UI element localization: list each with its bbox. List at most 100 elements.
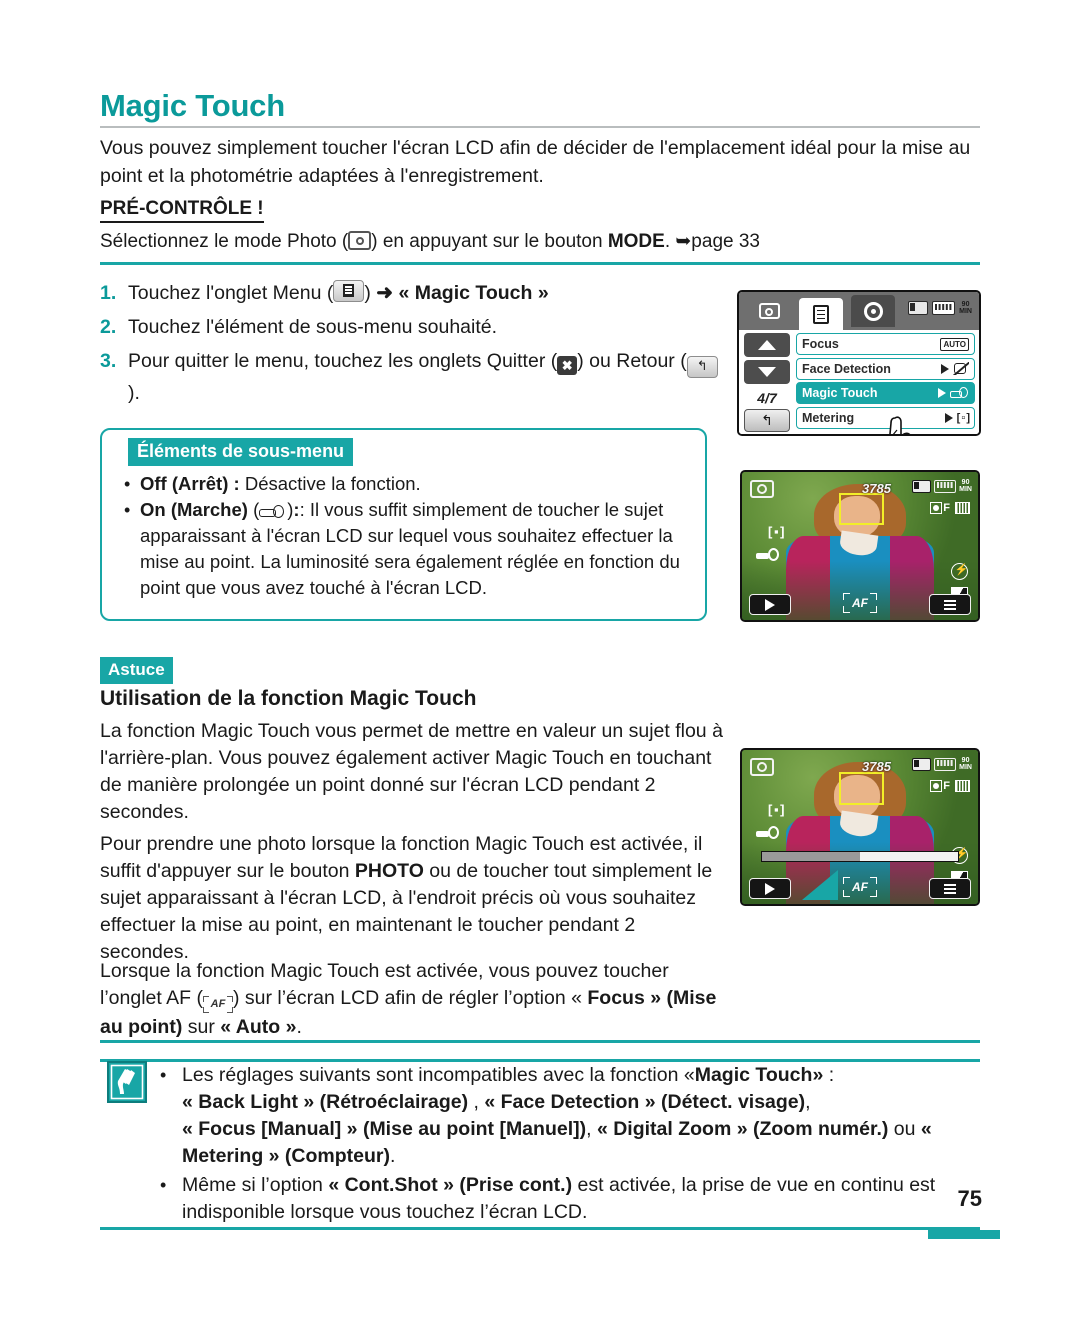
tip-paragraph-1: La fonction Magic Touch vous permet de m… [100, 720, 723, 823]
photo-time-value: 90 [961, 757, 970, 764]
photo-time-remaining: 90 MIN [959, 479, 972, 493]
lcd-scroll-down-button[interactable] [744, 360, 790, 384]
menu-button[interactable] [929, 594, 971, 615]
step-1-text: Touchez l'onglet Menu () ➜ « Magic Touch… [128, 278, 725, 309]
step-3-text-after: ). [128, 382, 140, 404]
lcd-menu-item-label: Magic Touch [802, 386, 878, 400]
note-b1-t3: , [468, 1091, 485, 1113]
step-1-text-before: Touchez l'onglet Menu ( [128, 282, 334, 304]
af-tab[interactable]: AF [843, 592, 877, 614]
note-b1-b5: « Digital Zoom » (Zoom numér.) [596, 1118, 889, 1140]
photo-mode-icon [750, 758, 774, 776]
precheck-line: Sélectionnez le mode Photo () en appuyan… [100, 228, 980, 256]
lcd-menu-item-value [941, 362, 969, 375]
submenu-items-list: • Off (Arrêt) : Désactive la fonction. •… [124, 471, 694, 601]
precheck-text-before: Sélectionnez le mode Photo ( [100, 231, 349, 252]
play-icon [765, 598, 775, 611]
auto-badge: AUTO [940, 337, 969, 351]
battery-icon [934, 757, 957, 771]
step-3-text: Pour quitter le menu, touchez les onglet… [128, 346, 725, 409]
note-b1-t5: , [586, 1118, 597, 1140]
photo-time-unit: MIN [959, 764, 972, 771]
photo-status-group: 90 MIN [912, 757, 972, 771]
camera-icon [758, 303, 780, 319]
note-bullet-2-text: Même si l’option « Cont.Shot » (Prise co… [182, 1172, 980, 1226]
photo-mode-icon [750, 480, 774, 498]
tip-p3-part-d: . [296, 1016, 302, 1038]
manual-page: Magic Touch Vous pouvez simplement touch… [0, 0, 1080, 1328]
magic-touch-icon [259, 504, 287, 519]
gear-icon [863, 301, 883, 321]
lcd-nav-column: 4/7 ↰ [744, 333, 790, 432]
lcd-menu-item-label: Metering [802, 410, 855, 425]
lcd-tab-menu[interactable] [799, 298, 843, 330]
portrait-icon [930, 780, 943, 792]
playback-button[interactable] [749, 878, 791, 899]
camera-icon [348, 231, 372, 250]
lcd-tab-settings[interactable] [851, 295, 895, 327]
yellow-focus-frame [838, 771, 884, 806]
menu-icon [813, 304, 829, 324]
lcd-menu-item-face-detection[interactable]: Face Detection [796, 357, 975, 380]
photo-status-group: 90 MIN [912, 479, 972, 493]
face-detection-off-icon [953, 362, 969, 375]
tip-p3-part-b: ) sur l’écran LCD afin de régler l’optio… [232, 987, 588, 1009]
af-tab[interactable]: AF [843, 876, 877, 898]
note-b1-t7: . [390, 1145, 396, 1167]
submenu-item-on: • On (Marche) ():: Il vous suffit simple… [124, 497, 694, 601]
lcd-menu-item-magic-touch[interactable]: Magic Touch [796, 382, 975, 404]
menu-icon [944, 883, 956, 895]
lcd-menu-item-label: Face Detection [802, 361, 891, 376]
lcd-menu-item-metering[interactable]: Metering [ ▫ ] [796, 406, 975, 429]
lcd-back-button[interactable]: ↰ [744, 409, 790, 432]
battery-icon [932, 301, 956, 315]
photo-quality: F [930, 502, 950, 514]
yellow-focus-frame [838, 492, 884, 526]
step-1: 1. Touchez l'onglet Menu () ➜ « Magic To… [100, 278, 725, 309]
tip-paragraph-2: Pour prendre une photo lorsque la foncti… [100, 831, 725, 966]
step-3-number: 3. [100, 350, 117, 372]
footer-divider [100, 1227, 980, 1230]
page-title: Magic Touch [100, 88, 285, 123]
photo-quality-group: F [930, 780, 970, 792]
step-3: 3. Pour quitter le menu, touchez les ong… [100, 346, 725, 409]
magic-touch-icon [756, 826, 780, 840]
memory-card-icon [912, 479, 932, 493]
note-pen-icon [107, 1061, 147, 1103]
exit-icon: ✖ [557, 356, 578, 375]
flash-off-icon [951, 563, 968, 580]
chevron-up-icon [758, 340, 776, 350]
title-divider [100, 126, 980, 128]
lcd-tab-bar: 90 MIN [739, 292, 979, 330]
memory-card-icon [908, 301, 929, 315]
lcd-menu-item-focus[interactable]: Focus AUTO [796, 333, 975, 355]
metering-icon: [ ▪ ] [768, 524, 784, 539]
note-bullet-list: • Les réglages suivants sont incompatibl… [160, 1062, 980, 1228]
bullet-icon: • [160, 1175, 167, 1195]
step-1-text-mid: ) [364, 282, 377, 304]
focus-progress-fill [761, 852, 860, 861]
lcd-scroll-up-button[interactable] [744, 333, 790, 357]
precheck-page-ref: . ➥page 33 [664, 231, 760, 252]
photo-quality: F [930, 780, 950, 792]
note-b1-t4: , [805, 1091, 811, 1113]
lcd-menu-item-value: [ ▫ ] [944, 412, 970, 424]
step-3-text-mid: ) ou Retour ( [577, 350, 687, 372]
photo-time-remaining: 90 MIN [959, 757, 972, 771]
metering-icon: [ ▪ ] [768, 802, 784, 817]
playback-button[interactable] [749, 594, 791, 615]
page-number: 75 [957, 1186, 982, 1211]
note-b1-b4: « Focus [Manual] » (Mise au point [Manue… [182, 1118, 587, 1140]
menu-button[interactable] [929, 878, 971, 899]
lcd-menu-screenshot: 90 MIN 4/7 ↰ Focus AUTO Face Detection M… [737, 290, 981, 436]
triangle-right-icon [938, 388, 946, 398]
submenu-items-tag: Éléments de sous-menu [128, 438, 354, 466]
note-b1-b3: « Face Detection » (Détect. visage) [484, 1091, 806, 1113]
lcd-tab-camera[interactable] [747, 295, 791, 327]
lcd-photo-screenshot-2: 3785 90 MIN F [ ▪ ] AF [740, 748, 980, 906]
note-bullet-1: • Les réglages suivants sont incompatibl… [160, 1062, 980, 1170]
step-2: 2. Touchez l'élément de sous-menu souhai… [100, 312, 725, 343]
lcd-menu-body: 4/7 ↰ Focus AUTO Face Detection Magic To… [739, 330, 979, 434]
arrow-right-icon: ➜ [376, 282, 394, 304]
steps-list: 1. Touchez l'onglet Menu () ➜ « Magic To… [100, 278, 725, 412]
